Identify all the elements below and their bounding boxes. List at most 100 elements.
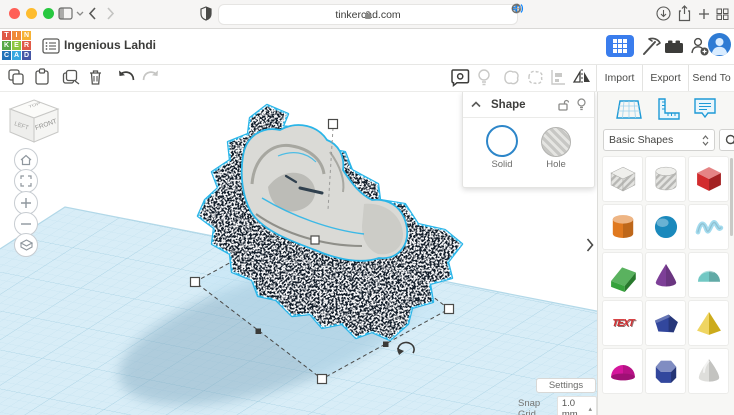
collapse-panel-icon[interactable] [471,101,481,108]
half-sphere-icon [606,354,640,388]
hole-option[interactable]: Hole [541,125,571,170]
perspective-toggle-button[interactable] [14,233,38,257]
shape-polygon[interactable] [645,300,686,346]
face-scale-handle[interactable] [311,236,319,244]
corner-handle-left[interactable] [191,278,200,287]
close-window-button[interactable] [9,8,20,19]
roof-icon [606,258,640,292]
ruler-tool-icon[interactable] [653,96,681,124]
raise-handle[interactable] [329,120,338,129]
search-icon [725,134,734,147]
corner-handle-bottom[interactable] [318,375,327,384]
logo-cell: K [2,41,11,50]
copy-icon[interactable] [7,68,27,88]
sidebar-toggle-icon[interactable] [58,7,73,20]
downloads-icon[interactable] [656,6,671,21]
tinkercad-logo[interactable]: TINKERCAD [2,31,31,62]
shape-category-value: Basic Shapes [609,134,702,146]
fit-view-button[interactable] [14,169,38,193]
browser-chrome: tinkercad.com [0,0,734,29]
reload-icon[interactable] [511,3,522,14]
design-title: Ingenious Lahdi [64,38,156,52]
minimize-window-button[interactable] [26,8,37,19]
solid-swatch [486,125,518,157]
logo-cell: R [22,41,31,50]
show-all-icon[interactable] [476,68,496,88]
notes-tool-icon[interactable] [692,96,718,124]
sidebar-scrollbar[interactable] [730,158,733,236]
shape-scribble[interactable] [688,204,729,250]
delete-icon[interactable] [87,68,107,88]
design-canvas[interactable]: TOP LEFT FRONT [0,92,597,415]
pyramid-icon [692,306,726,340]
prism-icon [649,354,683,388]
scribble-icon [692,210,726,244]
shape-cylinder[interactable] [602,204,643,250]
lock-open-icon[interactable] [558,99,569,111]
url-bar[interactable]: tinkercad.com [218,4,518,25]
edge-handle-left[interactable] [256,329,262,335]
group-icon[interactable] [502,68,522,88]
shape-category-select[interactable]: Basic Shapes [603,129,715,151]
shape-pyramid[interactable] [688,300,729,346]
edge-handle-right[interactable] [383,342,389,348]
shape-search-button[interactable] [719,129,734,151]
send-to-button[interactable]: Send To [689,65,734,91]
shape-text[interactable]: TEXT [602,300,643,346]
corner-handle-right[interactable] [445,305,454,314]
redo-icon[interactable] [141,68,161,88]
design-menu-icon[interactable] [42,38,60,54]
shape-prism[interactable] [645,348,686,394]
export-actions: Import Export Send To [596,65,734,91]
shape-panel-title: Shape [491,99,550,111]
shape-cylinder-hole[interactable] [645,156,686,202]
main-area: TOP LEFT FRONT [0,92,734,415]
shape-box[interactable] [688,156,729,202]
flip-icon[interactable] [572,68,592,88]
lego-brick-icon[interactable] [664,39,684,54]
shape-cone[interactable] [645,252,686,298]
round-roof-icon [692,258,726,292]
avatar[interactable] [708,33,731,56]
minecraft-pickaxe-icon[interactable] [640,36,662,57]
shape-inspector-panel: Shape Solid [462,92,595,188]
export-button[interactable]: Export [643,65,689,91]
snap-grid-dropdown[interactable]: 1.0 mm ▴ [557,396,597,415]
lightbulb-icon[interactable] [577,98,586,111]
box-hole-icon [606,162,640,196]
home-icon [20,154,32,166]
logo-cell: A [12,51,21,60]
shape-round-roof[interactable] [688,252,729,298]
shape-paraboloid[interactable] [688,348,729,394]
back-icon[interactable] [88,7,97,20]
ungroup-icon[interactable] [526,68,546,88]
new-tab-icon[interactable] [698,8,710,20]
shape-roof[interactable] [602,252,643,298]
paste-icon[interactable] [33,68,53,88]
tab-overview-icon[interactable] [716,8,729,20]
privacy-shield-icon[interactable] [200,6,212,21]
panel-collapse-chevron[interactable] [586,238,594,252]
shape-box-hole[interactable] [602,156,643,202]
browser-window: tinkercad.com [0,0,734,413]
solid-option[interactable]: Solid [486,125,518,170]
edit-toolbar: Import Export Send To [0,65,734,92]
settings-button[interactable]: Settings [536,378,596,393]
shape-sphere[interactable] [645,204,686,250]
duplicate-icon[interactable] [62,68,82,88]
align-icon[interactable] [549,68,569,88]
annotation-icon[interactable] [450,68,470,88]
zoom-window-button[interactable] [43,8,54,19]
chevron-down-icon[interactable] [76,11,84,17]
workplane-tool-icon[interactable] [615,96,643,124]
undo-icon[interactable] [116,68,136,88]
apps-grid-button[interactable] [606,35,634,57]
import-button[interactable]: Import [597,65,643,91]
invite-person-icon[interactable] [690,36,710,57]
solid-label: Solid [486,159,518,170]
forward-icon[interactable] [106,7,115,20]
share-icon[interactable] [678,5,691,22]
view-cube[interactable]: TOP LEFT FRONT [6,96,64,148]
shape-half-sphere[interactable] [602,348,643,394]
select-arrows-icon [702,135,709,146]
